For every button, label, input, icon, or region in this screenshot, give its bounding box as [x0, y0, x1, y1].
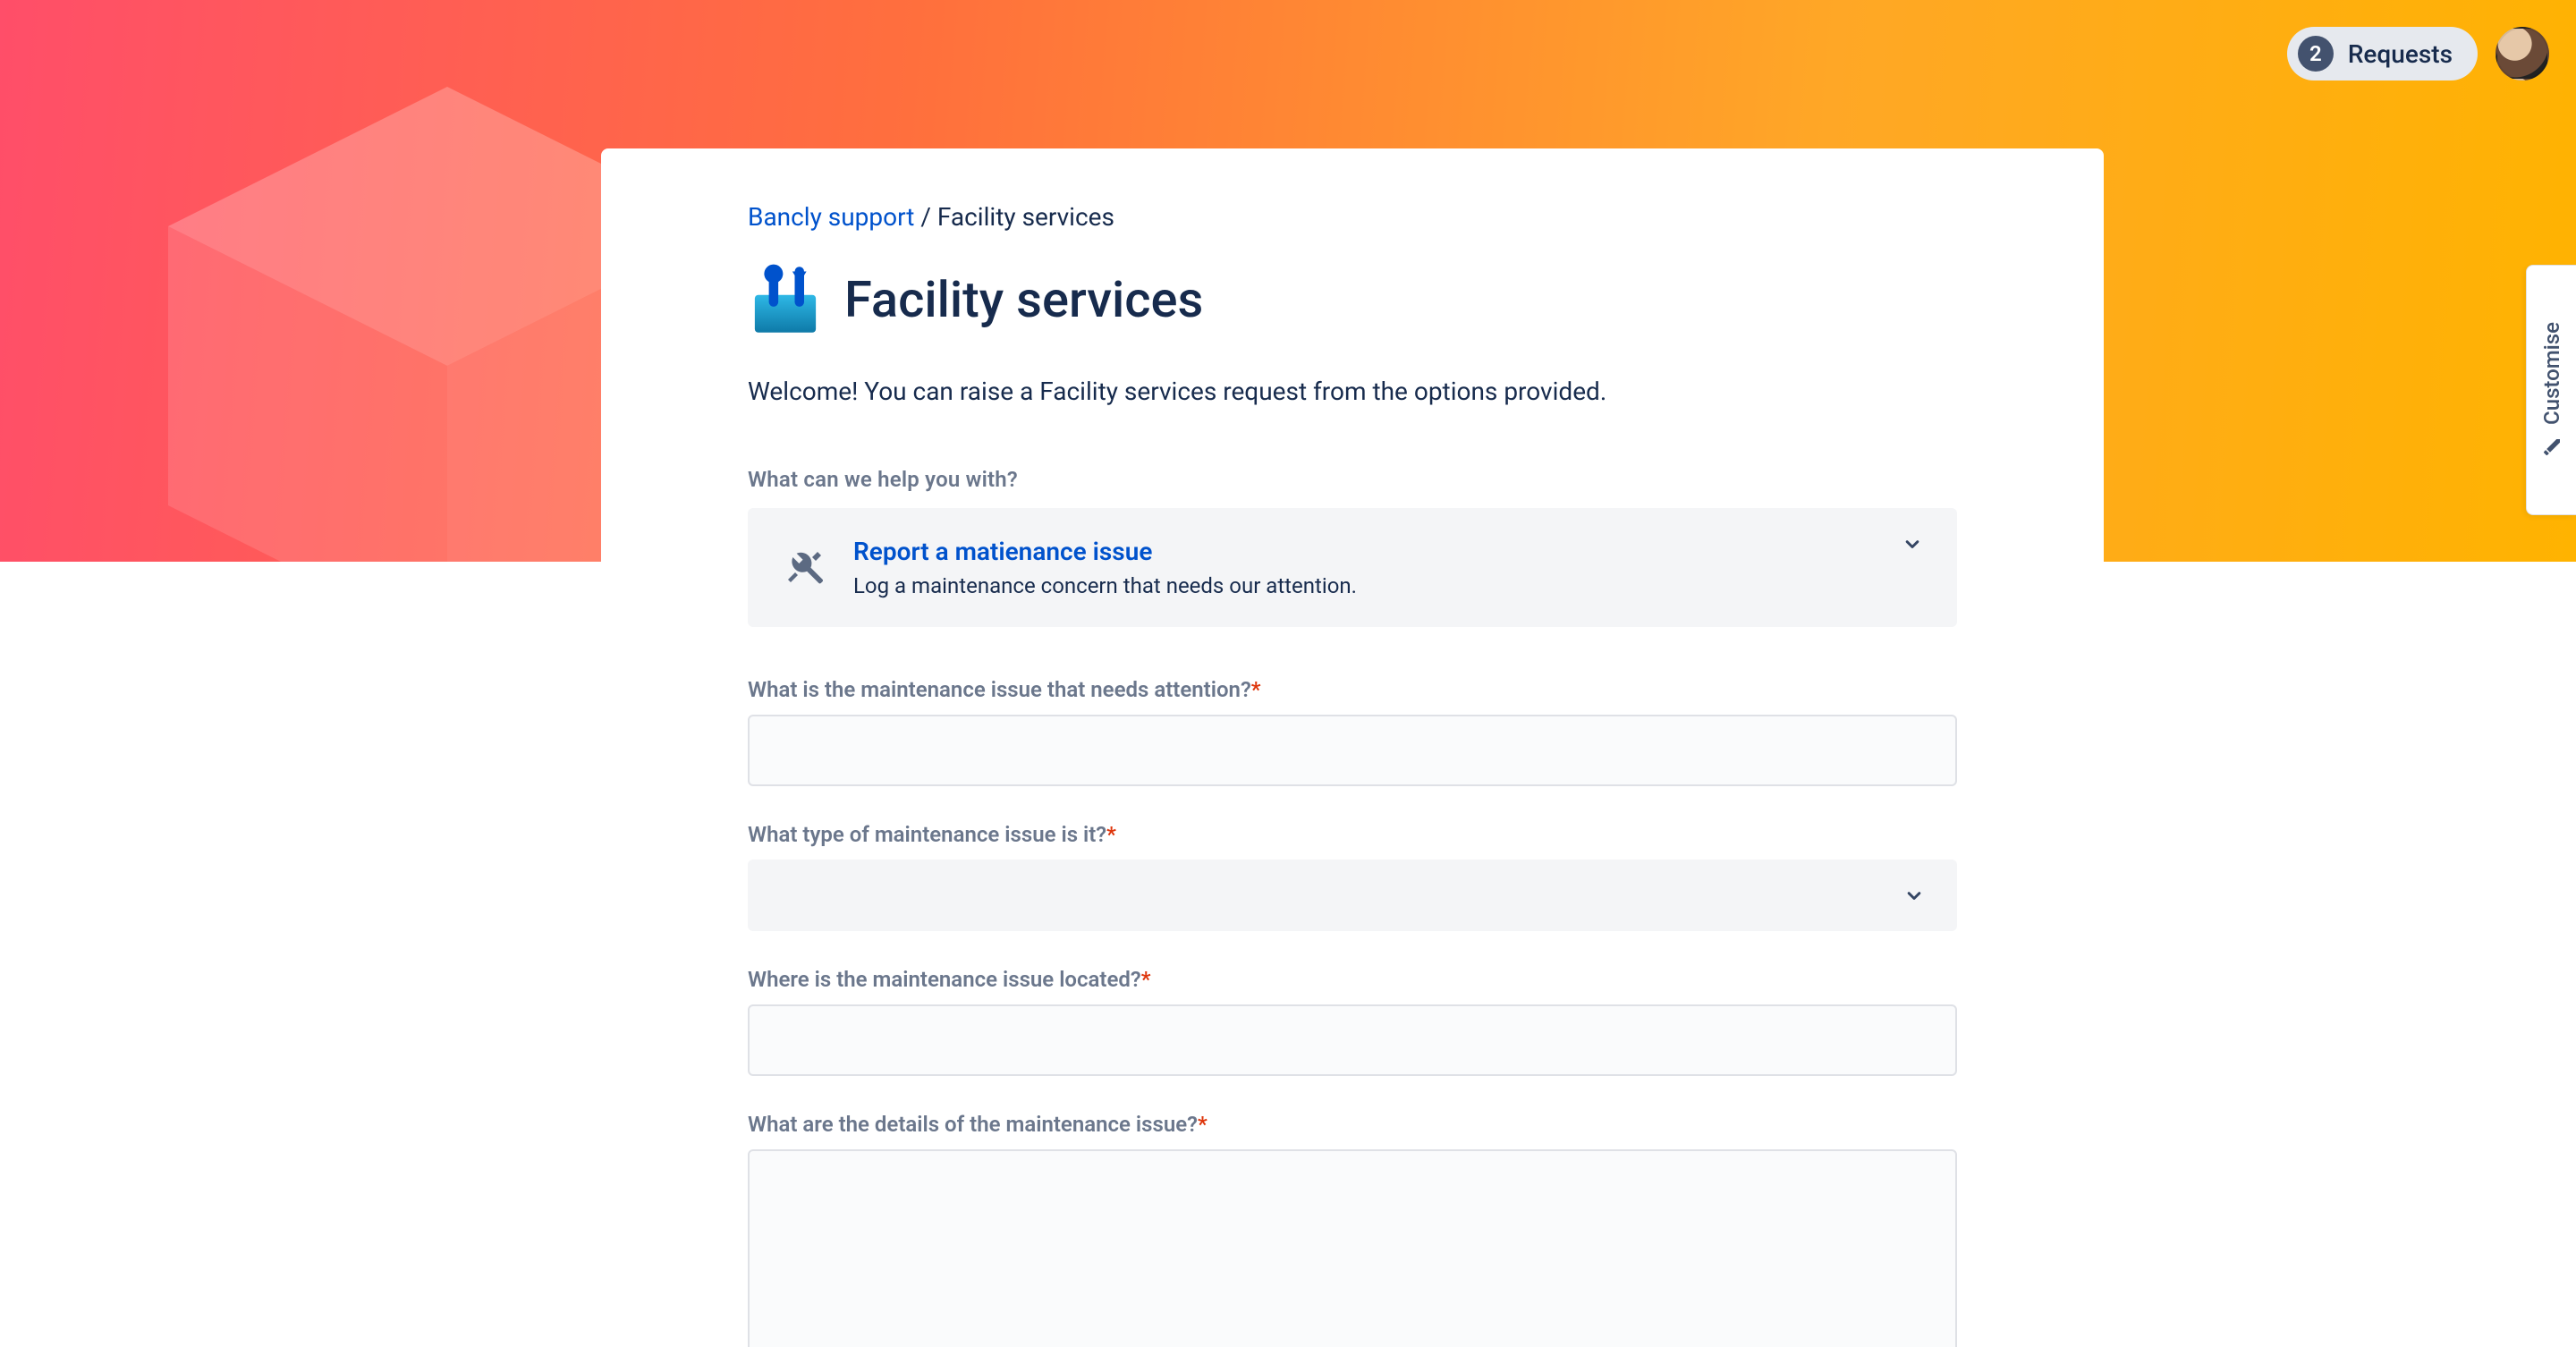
customise-label: Customise [2539, 322, 2564, 425]
help-prompt-label: What can we help you with? [748, 467, 1957, 492]
issue-location-input[interactable] [748, 1004, 1957, 1076]
field-label: What type of maintenance issue is it?* [748, 822, 1957, 847]
required-mark: * [1198, 1112, 1208, 1137]
issue-type-select[interactable] [748, 860, 1957, 931]
field-label: What are the details of the maintenance … [748, 1112, 1957, 1137]
user-avatar[interactable] [2496, 27, 2549, 80]
request-type-headline[interactable]: Report a matienance issue [853, 537, 1921, 566]
field-label: Where is the maintenance issue located?* [748, 967, 1957, 992]
breadcrumb-root-link[interactable]: Bancly support [748, 202, 914, 232]
main-panel: Bancly support / Facility services Facil… [601, 148, 2104, 1347]
issue-summary-input[interactable] [748, 715, 1957, 786]
requests-label: Requests [2348, 39, 2453, 69]
required-mark: * [1106, 822, 1116, 847]
requests-pill[interactable]: 2 Requests [2287, 27, 2478, 80]
required-mark: * [1251, 677, 1261, 702]
customise-tab[interactable]: Customise [2526, 265, 2576, 515]
pencil-icon [2541, 436, 2563, 458]
field-issue-details: What are the details of the maintenance … [748, 1112, 1957, 1347]
field-issue-type: What type of maintenance issue is it?* [748, 822, 1957, 931]
request-type-sub: Log a maintenance concern that needs our… [853, 573, 1921, 598]
page-title: Facility services [844, 270, 1203, 329]
chevron-down-icon [1902, 883, 1927, 908]
welcome-text: Welcome! You can raise a Facility servic… [748, 377, 1957, 406]
chevron-down-icon [1900, 531, 1925, 556]
breadcrumb-current: Facility services [937, 202, 1114, 232]
breadcrumb-sep: / [920, 202, 937, 232]
required-mark: * [1141, 967, 1151, 992]
facility-services-icon [748, 262, 823, 337]
requests-count-badge: 2 [2298, 36, 2334, 72]
title-row: Facility services [748, 262, 1957, 337]
field-issue-location: Where is the maintenance issue located?* [748, 967, 1957, 1076]
wrench-screwdriver-icon [784, 546, 826, 589]
breadcrumb: Bancly support / Facility services [748, 202, 1957, 232]
header: 2 Requests [2287, 27, 2549, 80]
field-label: What is the maintenance issue that needs… [748, 677, 1957, 702]
issue-details-textarea[interactable] [748, 1149, 1957, 1347]
field-issue-summary: What is the maintenance issue that needs… [748, 677, 1957, 786]
request-type-selector[interactable]: Report a matienance issue Log a maintena… [748, 508, 1957, 627]
